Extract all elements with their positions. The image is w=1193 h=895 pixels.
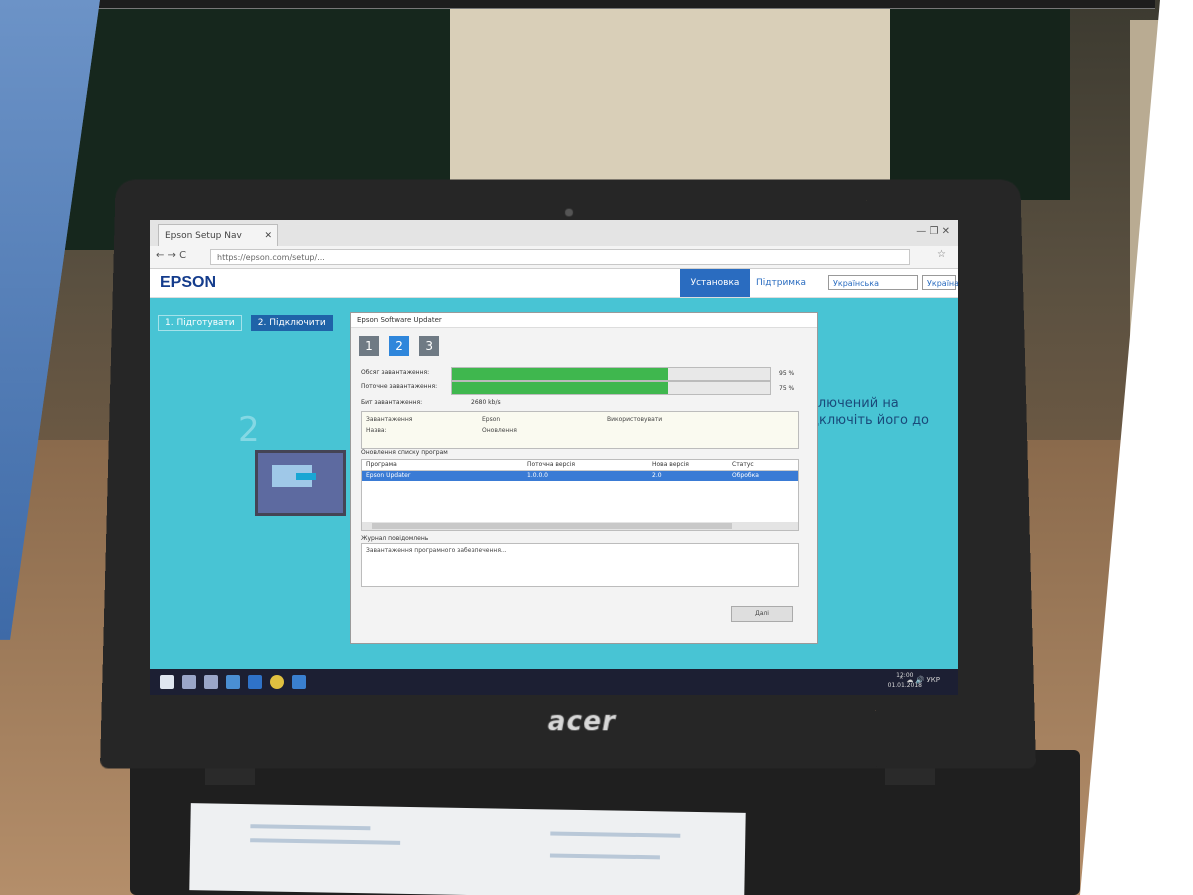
close-icon[interactable]: ✕ <box>264 225 272 247</box>
pct-2: 75 % <box>779 385 794 392</box>
row3-value: 2680 kb/s <box>471 399 501 406</box>
progress-bar-2 <box>451 381 771 395</box>
row3-label: Бит завантаження: <box>361 399 422 406</box>
window-controls[interactable]: — ❐ ✕ <box>916 226 950 237</box>
row2-label: Поточне завантаження: <box>361 383 437 390</box>
paper-text-line <box>550 831 680 837</box>
info-extra: Використовувати <box>607 416 662 423</box>
page-3[interactable]: 3 <box>419 336 439 356</box>
epson-app-icon[interactable] <box>292 675 306 689</box>
country-select[interactable]: Україна <box>922 275 956 290</box>
instruction-line-1: ключений на <box>810 395 929 412</box>
instruction-line-2: дключіть його до <box>810 412 929 429</box>
photo-scene: acer Epson Setup Nav ✕ — ❐ ✕ ← → C https… <box>0 0 1193 895</box>
row-program: Epson Updater <box>366 472 410 479</box>
windows-taskbar: ⌃ ☁ 🔊 УКР 12:00 01.01.2018 <box>150 669 958 695</box>
epson-logo: EPSON <box>160 274 216 292</box>
computer-icon <box>255 450 346 516</box>
info-title-label: Завантаження <box>366 416 412 423</box>
log-text: Завантаження програмного забезпечення... <box>366 547 507 554</box>
webcam <box>565 209 573 217</box>
col-new: Нова версія <box>652 461 689 468</box>
browser-tab[interactable]: Epson Setup Nav ✕ <box>158 224 278 246</box>
dialog-pager: 1 2 3 <box>359 335 444 356</box>
info-status-value: Оновлення <box>482 427 517 434</box>
wizard-steps: 1. Підготувати 2. Підключити <box>158 310 337 331</box>
progress-fill-1 <box>452 368 668 380</box>
nav-back-forward-reload-icon[interactable]: ← → C <box>156 250 186 261</box>
col-current: Поточна версія <box>527 461 575 468</box>
table-row[interactable]: Epson Updater 1.0.0.0 2.0 Обробка <box>362 471 798 481</box>
laptop-screen: Epson Setup Nav ✕ — ❐ ✕ ← → C https://ep… <box>150 220 958 695</box>
paper-sheet <box>189 803 745 895</box>
row-current: 1.0.0.0 <box>527 472 548 479</box>
row-status: Обробка <box>732 472 759 479</box>
clock-time: 12:00 <box>888 671 922 681</box>
col-program: Програма <box>366 461 397 468</box>
list-caption: Оновлення списку програм <box>361 449 448 456</box>
info-name-value: Epson <box>482 416 500 423</box>
address-bar: ← → C https://epson.com/setup/... ☆ <box>150 246 958 269</box>
laptop-brand: acer <box>548 707 616 738</box>
paper-text-line <box>250 824 370 830</box>
clock-date: 01.01.2018 <box>888 681 922 691</box>
scroll-thumb[interactable] <box>372 523 732 529</box>
url-field[interactable]: https://epson.com/setup/... <box>210 249 910 265</box>
store-icon[interactable] <box>248 675 262 689</box>
nav-support[interactable]: Підтримка <box>756 269 806 297</box>
task-view-icon[interactable] <box>204 675 218 689</box>
info-name-label: Назва: <box>366 427 387 434</box>
browser-tabbar: Epson Setup Nav ✕ — ❐ ✕ <box>150 220 958 246</box>
bookmark-star-icon[interactable]: ☆ <box>937 249 946 260</box>
language-select[interactable]: Українська <box>828 275 918 290</box>
log-caption: Журнал повідомлень <box>361 535 428 542</box>
info-group: Завантаження Назва: Epson Оновлення Вико… <box>361 411 799 449</box>
updater-dialog: Epson Software Updater 1 2 3 Обсяг заван… <box>350 312 818 644</box>
page-2[interactable]: 2 <box>389 336 409 356</box>
pct-1: 95 % <box>779 370 794 377</box>
epson-header: EPSON Установка Підтримка Українська Укр… <box>150 269 958 298</box>
step-1[interactable]: 1. Підготувати <box>158 315 242 331</box>
printer-icon <box>296 473 316 480</box>
nav-install[interactable]: Установка <box>680 269 750 297</box>
clock[interactable]: 12:00 01.01.2018 <box>888 671 922 691</box>
dialog-title: Epson Software Updater <box>351 313 817 328</box>
horizontal-scrollbar[interactable] <box>362 522 798 530</box>
paper-text-line <box>250 838 400 845</box>
top-strip <box>95 0 1155 9</box>
next-button[interactable]: Далі <box>731 606 793 622</box>
log-box: Завантаження програмного забезпечення... <box>361 543 799 587</box>
chalkboard-right <box>890 0 1070 200</box>
instruction-text: ключений на дключіть його до <box>810 395 929 429</box>
progress-bar-1 <box>451 367 771 381</box>
updates-table: Програма Поточна версія Нова версія Стат… <box>361 459 799 531</box>
tab-title: Epson Setup Nav <box>165 231 242 241</box>
paper-text-line <box>550 853 660 859</box>
table-header: Програма Поточна версія Нова версія Стат… <box>362 460 798 471</box>
window-light <box>450 0 890 190</box>
step-2[interactable]: 2. Підключити <box>251 315 333 331</box>
explorer-icon[interactable] <box>226 675 240 689</box>
big-step-number: 2 <box>238 410 260 450</box>
chrome-icon[interactable] <box>270 675 284 689</box>
search-icon[interactable] <box>182 675 196 689</box>
start-icon[interactable] <box>160 675 174 689</box>
progress-fill-2 <box>452 382 668 394</box>
row-new: 2.0 <box>652 472 662 479</box>
row1-label: Обсяг завантаження: <box>361 369 429 376</box>
col-status: Статус <box>732 461 754 468</box>
page-1[interactable]: 1 <box>359 336 379 356</box>
